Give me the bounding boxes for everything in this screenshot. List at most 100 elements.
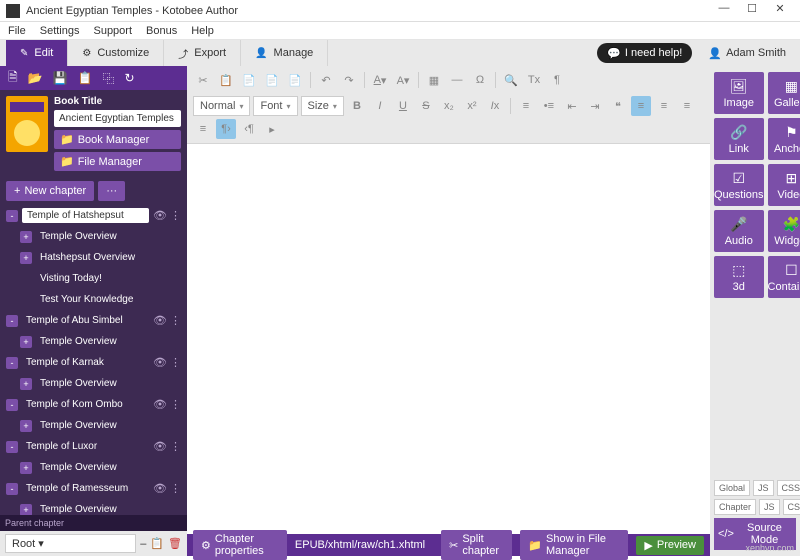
more-icon[interactable]: ⋮ [170, 482, 181, 495]
insert-widget-button[interactable]: 🧩Widget [768, 210, 800, 252]
expand-icon[interactable]: - [6, 483, 18, 495]
expand-icon[interactable]: - [6, 399, 18, 411]
paste-icon[interactable]: 📄 [239, 70, 259, 90]
indent-icon[interactable]: ⇥ [585, 96, 605, 116]
underline-icon[interactable]: U [393, 96, 413, 116]
outdent-icon[interactable]: ⇤ [562, 96, 582, 116]
duplicate-icon[interactable]: ⿻ [103, 70, 115, 87]
tree-node[interactable]: Test Your Knowledge [4, 289, 183, 310]
tree-node[interactable]: +Temple Overview [4, 331, 183, 352]
numbered-list-icon[interactable]: ≡ [516, 96, 536, 116]
tree-node[interactable]: +Temple Overview [4, 499, 183, 515]
tree-node[interactable]: -Temple of Hatshepsut👁⋮ [4, 205, 183, 226]
chapter-css[interactable]: CSS [783, 499, 800, 515]
new-chapter-more-button[interactable]: ··· [98, 181, 125, 201]
table-icon[interactable]: ▦ [424, 70, 444, 90]
expand-icon[interactable]: + [20, 252, 32, 264]
paste-text-icon[interactable]: 📄 [262, 70, 282, 90]
insert-link-button[interactable]: 🔗Link [714, 118, 764, 160]
collapse-icon[interactable]: – [140, 538, 146, 550]
file-manager-button[interactable]: 📁File Manager [54, 152, 181, 171]
content-editor[interactable] [187, 144, 710, 534]
new-file-icon[interactable]: 🗎 [8, 68, 18, 89]
user-menu[interactable]: 👤Adam Smith [700, 40, 794, 66]
copy-icon[interactable]: 📋 [78, 71, 93, 85]
rtl-icon[interactable]: ‹¶ [239, 119, 259, 139]
redo-icon[interactable]: ↷ [339, 70, 359, 90]
insert-image-button[interactable]: 🖼Image [714, 72, 764, 114]
more-icon[interactable]: ⋮ [170, 314, 181, 327]
tab-export[interactable]: ⤴Export [164, 40, 241, 66]
tree-node[interactable]: +Hatshepsut Overview [4, 247, 183, 268]
menu-help[interactable]: Help [191, 25, 214, 37]
save-icon[interactable]: 💾 [53, 71, 68, 85]
italic-icon[interactable]: I [370, 96, 390, 116]
expand-icon[interactable]: - [6, 315, 18, 327]
size-select[interactable]: Size [301, 96, 344, 116]
tree-node[interactable]: -Temple of Ramesseum👁⋮ [4, 478, 183, 499]
tree-node[interactable]: +Temple Overview [4, 226, 183, 247]
minimize-button[interactable]: — [710, 2, 738, 20]
expand-icon[interactable]: - [6, 441, 18, 453]
open-folder-icon[interactable]: 📂 [28, 71, 43, 85]
copy-icon[interactable]: 📋 [216, 70, 236, 90]
align-justify-icon[interactable]: ≡ [193, 119, 213, 139]
paste-word-icon[interactable]: 📄 [285, 70, 305, 90]
tree-node[interactable]: -Temple of Luxor👁⋮ [4, 436, 183, 457]
tree-node[interactable]: Visting Today! [4, 268, 183, 289]
special-char-icon[interactable]: Ω [470, 70, 490, 90]
hr-icon[interactable]: — [447, 70, 467, 90]
tree-node[interactable]: -Temple of Karnak👁⋮ [4, 352, 183, 373]
insert-anchor-button[interactable]: ⚑Anchor [768, 118, 800, 160]
book-manager-button[interactable]: 📁Book Manager [54, 130, 181, 149]
maximize-button[interactable]: ☐ [738, 2, 766, 20]
subscript-icon[interactable]: x₂ [439, 96, 459, 116]
refresh-icon[interactable]: ↻ [125, 71, 135, 85]
new-chapter-button[interactable]: +New chapter [6, 181, 94, 201]
blockquote-icon[interactable]: ❝ [608, 96, 628, 116]
superscript-icon[interactable]: x² [462, 96, 482, 116]
eye-icon[interactable]: 👁 [153, 356, 167, 369]
style-select[interactable]: Normal [193, 96, 250, 116]
undo-icon[interactable]: ↶ [316, 70, 336, 90]
tab-customize[interactable]: ⚙Customize [68, 40, 164, 66]
expand-icon[interactable]: + [20, 231, 32, 243]
insert-audio-button[interactable]: 🎤Audio [714, 210, 764, 252]
chapter-js[interactable]: JS [759, 499, 780, 515]
book-title-input[interactable]: Ancient Egyptian Temples [54, 110, 181, 127]
show-blocks-icon[interactable]: ¶ [547, 70, 567, 90]
tab-manage[interactable]: 👤Manage [241, 40, 328, 66]
more-toolbar-icon[interactable]: ▸ [262, 119, 282, 139]
global-js[interactable]: JS [753, 480, 774, 496]
eye-icon[interactable]: 👁 [153, 398, 167, 411]
eye-icon[interactable]: 👁 [153, 482, 167, 495]
book-cover[interactable] [6, 96, 48, 152]
insert-gallery-button[interactable]: ▦Gallery [768, 72, 800, 114]
tree-node[interactable]: -Temple of Kom Ombo👁⋮ [4, 394, 183, 415]
expand-icon[interactable]: + [20, 336, 32, 348]
insert-container-button[interactable]: ☐Container [768, 256, 800, 298]
tree-node[interactable]: +Temple Overview [4, 415, 183, 436]
expand-icon[interactable]: - [6, 210, 18, 222]
font-select[interactable]: Font [253, 96, 297, 116]
tree-node[interactable]: -Temple of Abu Simbel👁⋮ [4, 310, 183, 331]
cut-icon[interactable]: ✂ [193, 70, 213, 90]
delete-icon[interactable]: 🗑 [168, 537, 182, 550]
global-css[interactable]: CSS [777, 480, 800, 496]
eye-icon[interactable]: 👁 [153, 314, 167, 327]
bold-icon[interactable]: B [347, 96, 367, 116]
strike-icon[interactable]: S [416, 96, 436, 116]
eye-icon[interactable]: 👁 [153, 440, 167, 453]
expand-icon[interactable]: + [20, 504, 32, 516]
tab-edit[interactable]: ✎Edit [6, 40, 68, 66]
root-select[interactable]: Root ▾ [5, 534, 136, 553]
expand-icon[interactable]: + [20, 378, 32, 390]
find-icon[interactable]: 🔍 [501, 70, 521, 90]
help-button[interactable]: 💬I need help! [597, 43, 692, 63]
expand-icon[interactable]: + [20, 420, 32, 432]
insert-3d-button[interactable]: ⬚3d [714, 256, 764, 298]
clear-format-icon[interactable]: Ix [485, 96, 505, 116]
menu-bonus[interactable]: Bonus [146, 25, 177, 37]
align-center-icon[interactable]: ≡ [654, 96, 674, 116]
global-tab[interactable]: Global [714, 480, 750, 496]
